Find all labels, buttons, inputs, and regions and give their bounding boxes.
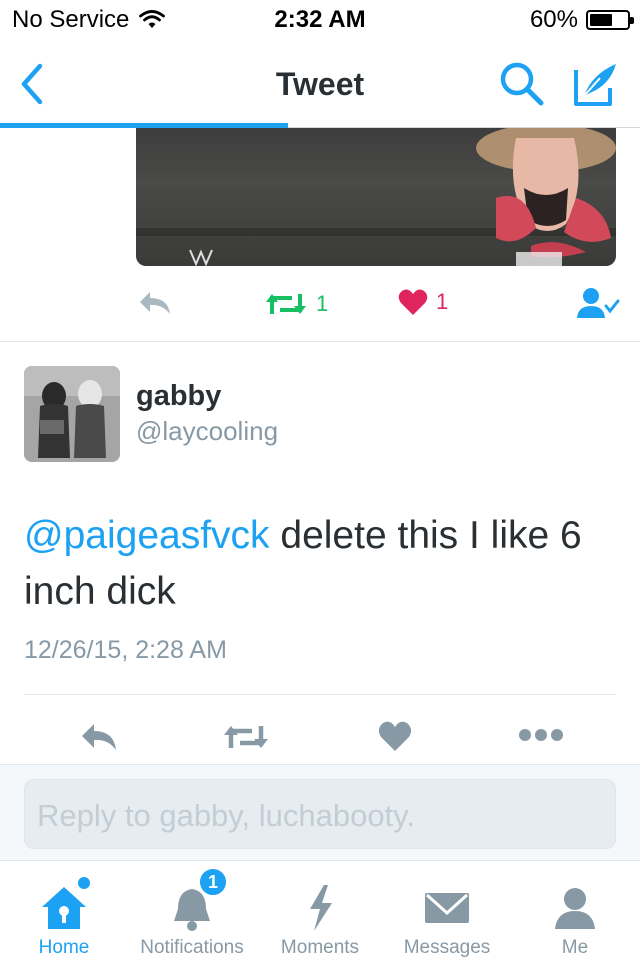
search-icon[interactable]	[498, 60, 546, 108]
bell-icon: 1	[164, 867, 228, 935]
retweet-count: 1	[316, 291, 329, 316]
notification-badge: 1	[198, 867, 228, 897]
like-button[interactable]: 1	[398, 288, 448, 316]
timestamp: 12/26/15, 2:28 AM	[24, 636, 227, 664]
battery: 60%	[529, 6, 634, 34]
tab-home[interactable]: Home	[20, 861, 108, 960]
reply-icon	[82, 724, 116, 750]
reply-icon	[140, 292, 170, 314]
divider	[0, 341, 640, 342]
tab-moments[interactable]: Moments	[270, 861, 370, 960]
parent-tweet-actions: 1 1	[0, 284, 640, 328]
battery-level	[590, 14, 612, 26]
mention-link[interactable]: @paigeasfvck	[24, 514, 270, 557]
envelope-icon	[419, 879, 475, 935]
heart-icon	[378, 721, 412, 751]
more-icon	[519, 729, 563, 741]
tweet-text: @paigeasfvck delete this I like 6 inch d…	[24, 508, 620, 620]
follow-button[interactable]	[576, 286, 620, 320]
more-button[interactable]	[518, 728, 564, 742]
reply-input[interactable]: Reply to gabby, luchabooty.	[24, 779, 616, 849]
status-bar: No Service 2:32 AM 60%	[0, 0, 640, 40]
person-icon	[547, 879, 603, 935]
tab-notifications[interactable]: 1 Notifications	[128, 861, 256, 960]
retweet-button[interactable]: 1	[264, 290, 328, 318]
compose-icon[interactable]	[570, 58, 622, 110]
tab-bar: Home 1 Notifications Moments Messages Me	[0, 860, 640, 960]
retweet-icon	[224, 726, 268, 748]
user-handle[interactable]: @laycooling	[136, 416, 278, 447]
tab-label: Moments	[280, 937, 360, 958]
reply-button[interactable]	[80, 722, 118, 752]
tweet-media-image[interactable]	[136, 128, 616, 266]
reply-bar: Reply to gabby, luchabooty.	[0, 764, 640, 860]
like-button[interactable]	[378, 720, 412, 752]
retweet-icon	[266, 294, 306, 314]
lightning-icon	[292, 879, 348, 935]
divider	[24, 694, 616, 695]
heart-icon	[398, 289, 428, 315]
person-check-icon	[577, 288, 620, 318]
avatar[interactable]	[24, 366, 120, 462]
tab-me[interactable]: Me	[530, 861, 620, 960]
like-count: 1	[436, 289, 449, 314]
tab-label: Home	[38, 937, 90, 958]
usa-logo-icon	[516, 252, 562, 266]
nav-bar: Tweet	[0, 40, 640, 128]
tab-label: Notifications	[140, 937, 244, 958]
display-name[interactable]: gabby	[136, 380, 221, 413]
wwe-logo-icon	[189, 249, 213, 266]
tweet-actions	[0, 716, 640, 760]
battery-icon	[586, 10, 634, 30]
tab-messages[interactable]: Messages	[392, 861, 502, 960]
battery-percent: 60%	[529, 6, 578, 33]
retweet-button[interactable]	[222, 722, 270, 752]
avatar-photo	[24, 366, 120, 462]
tab-label: Messages	[403, 937, 491, 958]
new-content-dot	[78, 877, 90, 889]
reply-button[interactable]	[138, 290, 172, 316]
tab-label: Me	[561, 937, 589, 958]
home-icon	[36, 877, 92, 935]
